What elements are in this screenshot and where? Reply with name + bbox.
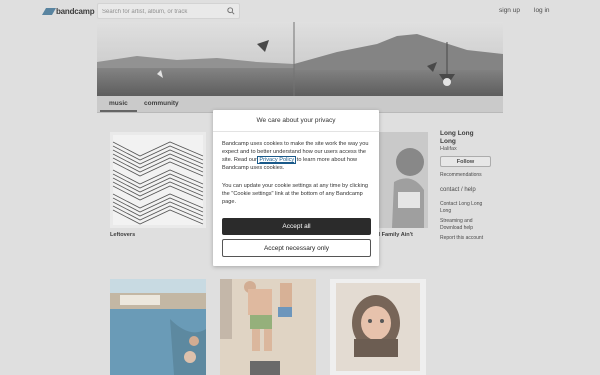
accept-all-button[interactable]: Accept all: [222, 218, 371, 235]
privacy-policy-link[interactable]: Privacy Policy: [257, 156, 297, 164]
privacy-modal-title: We care about your privacy: [213, 110, 379, 132]
privacy-modal: We care about your privacy Bandcamp uses…: [213, 110, 379, 266]
cookie-settings-text: You can update your cookie settings at a…: [222, 183, 368, 205]
accept-necessary-button[interactable]: Accept necessary only: [222, 239, 371, 257]
privacy-modal-text: Bandcamp uses cookies to make the site w…: [222, 140, 372, 172]
